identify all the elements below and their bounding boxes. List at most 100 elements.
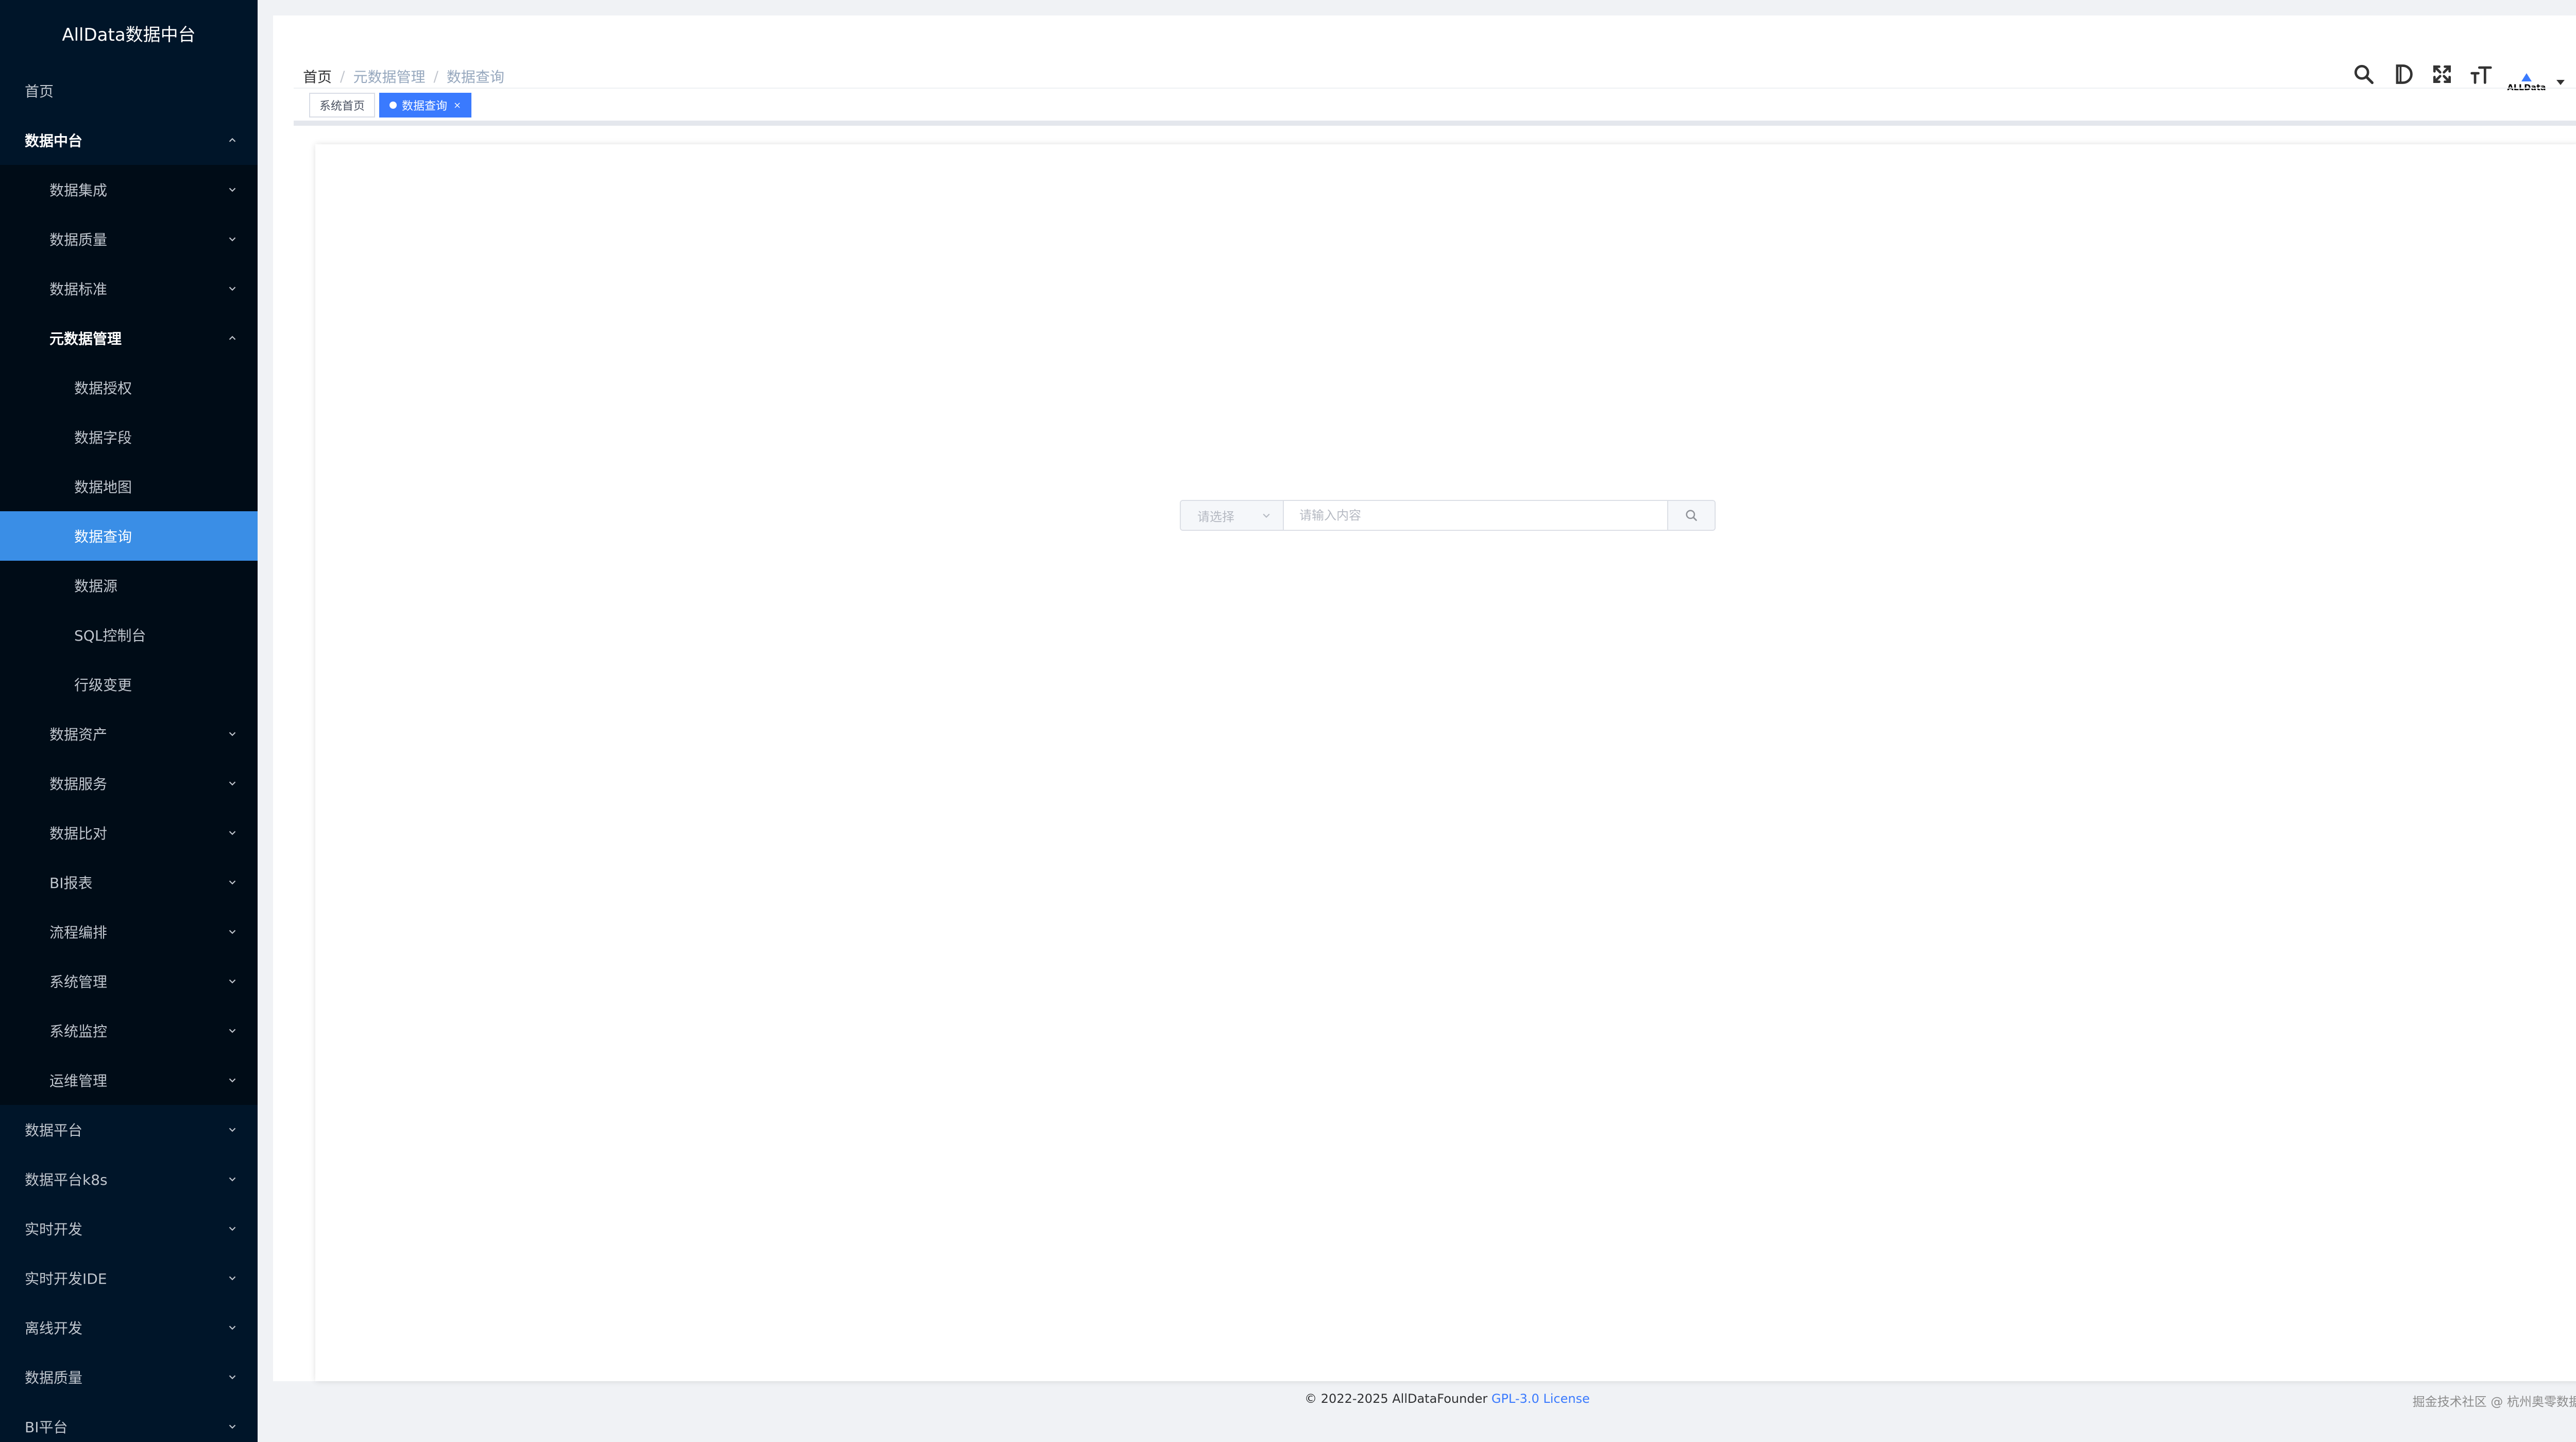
sidebar-item[interactable]: 实时开发 — [0, 1204, 258, 1253]
search-icon[interactable] — [2352, 63, 2375, 86]
sidebar-menu: 首页 数据中台 数据集成 数据质量 数据标准 元数据管理 数据授权 数据字段 数据地图 数据查询数… — [0, 66, 258, 1442]
chevron-down-icon — [227, 1124, 238, 1135]
sidebar-item[interactable]: 数据授权 — [0, 363, 258, 412]
sidebar-item[interactable]: 运维管理 — [0, 1055, 258, 1105]
footer-copyright: © 2022-2025 AllDataFounder — [1304, 1391, 1488, 1406]
sidebar-item-label: 系统监控 — [49, 1023, 108, 1040]
sidebar-item[interactable]: 流程编排 — [0, 907, 258, 957]
search-type-select[interactable]: 请选择 — [1181, 501, 1284, 530]
sidebar-item[interactable]: 数据地图 — [0, 462, 258, 511]
header-divider — [294, 88, 2576, 89]
sidebar-item[interactable]: BI平台 — [0, 1402, 258, 1442]
tab-label: 数据查询 — [402, 100, 448, 113]
sidebar-item-label: 数据标准 — [49, 281, 108, 298]
license-link[interactable]: GPL-3.0 License — [1492, 1391, 1590, 1406]
logo-triangle-icon — [2521, 73, 2532, 81]
sidebar-item[interactable]: SQL控制台 — [0, 610, 258, 660]
search-group: 请选择 — [1180, 500, 1716, 531]
fullscreen-icon[interactable] — [2431, 63, 2453, 86]
chevron-down-icon — [227, 1371, 238, 1383]
sidebar-item-label: 数据比对 — [49, 825, 108, 842]
font-size-icon[interactable] — [2470, 63, 2493, 86]
sidebar-item[interactable]: 数据标准 — [0, 264, 258, 313]
sidebar-item[interactable]: 数据字段 — [0, 412, 258, 462]
sidebar-item[interactable]: 离线开发 — [0, 1303, 258, 1352]
chevron-down-icon — [227, 1223, 238, 1234]
breadcrumb-home[interactable]: 首页 — [303, 66, 332, 87]
sidebar: AllData数据中台 首页 数据中台 数据集成 数据质量 数据标准 元数据管理 数据授权数… — [0, 0, 258, 1442]
sidebar-item-label: 元数据管理 — [49, 330, 122, 347]
breadcrumb-parent: 元数据管理 — [353, 69, 426, 86]
sidebar-item-label: 首页 — [25, 83, 54, 100]
sidebar-item[interactable]: 数据中台 — [0, 115, 258, 165]
sidebar-item-label: 数据查询 — [74, 528, 132, 545]
sidebar-item[interactable]: 数据平台k8s — [0, 1154, 258, 1204]
select-placeholder: 请选择 — [1197, 509, 1234, 524]
sidebar-item[interactable]: 数据平台 — [0, 1105, 258, 1154]
sidebar-item-label: 实时开发IDE — [25, 1270, 107, 1287]
sidebar-item-label: 数据字段 — [74, 429, 132, 446]
sidebar-item[interactable]: 数据比对 — [0, 808, 258, 858]
breadcrumb-current: 数据查询 — [446, 69, 504, 86]
chevron-down-icon — [227, 926, 238, 937]
chevron-down-icon — [227, 1421, 238, 1432]
sidebar-item[interactable]: 数据质量 — [0, 214, 258, 264]
sidebar-item-label: 实时开发 — [25, 1221, 83, 1238]
sidebar-item-label: BI平台 — [25, 1419, 68, 1436]
sidebar-item[interactable]: BI报表 — [0, 858, 258, 907]
chevron-down-icon — [227, 1322, 238, 1333]
user-menu[interactable]: ALLData — [2506, 69, 2565, 96]
sidebar-item[interactable]: 数据资产 — [0, 709, 258, 759]
sidebar-item-label: SQL控制台 — [74, 627, 146, 644]
chevron-down-icon — [227, 728, 238, 740]
user-logo-text: ALLData — [2507, 82, 2546, 92]
search-input[interactable] — [1284, 501, 1667, 530]
chevron-down-icon — [1263, 513, 1270, 518]
sidebar-item-label: 流程编排 — [49, 924, 108, 941]
sidebar-item-label: 运维管理 — [49, 1072, 108, 1089]
sidebar-item[interactable]: 元数据管理 — [0, 313, 258, 363]
chevron-down-icon — [227, 233, 238, 245]
sidebar-item[interactable]: 数据质量 — [0, 1352, 258, 1402]
chevron-up-icon — [227, 332, 238, 344]
tab-data-query[interactable]: 数据查询 × — [379, 93, 472, 118]
sidebar-item-label: 数据地图 — [74, 479, 132, 496]
sidebar-item[interactable]: 数据集成 — [0, 165, 258, 214]
sidebar-item[interactable]: 数据服务 — [0, 759, 258, 808]
sidebar-item[interactable]: 系统管理 — [0, 957, 258, 1006]
chevron-up-icon — [227, 135, 238, 146]
sidebar-item[interactable]: 数据源 — [0, 561, 258, 610]
tab-label: 系统首页 — [319, 100, 365, 113]
tab-system-home[interactable]: 系统首页 — [309, 93, 376, 118]
sidebar-item-label: BI报表 — [49, 875, 93, 892]
content-panel: 请选择 — [315, 144, 2576, 1381]
app-title: AllData数据中台 — [62, 24, 196, 45]
sidebar-item[interactable]: 首页 — [0, 66, 258, 115]
chevron-down-icon — [227, 778, 238, 789]
chevron-down-icon — [227, 827, 238, 839]
search-button[interactable] — [1667, 501, 1715, 530]
caret-down-icon[interactable] — [2556, 80, 2565, 85]
search-icon — [1686, 510, 1697, 521]
sidebar-item[interactable]: 系统监控 — [0, 1006, 258, 1055]
sidebar-item-label: 数据服务 — [49, 776, 108, 793]
sidebar-item-label: 数据平台k8s — [25, 1171, 108, 1188]
sidebar-item-label: 数据平台 — [25, 1122, 83, 1139]
sidebar-item[interactable]: 数据查询 — [0, 511, 258, 561]
watermark: 掘金技术社区 @ 杭州奥零数据科技 — [2412, 1395, 2576, 1409]
sidebar-item-label: 数据资产 — [49, 726, 108, 743]
chevron-down-icon — [227, 1272, 238, 1284]
breadcrumb-separator: / — [340, 68, 345, 85]
document-d-icon[interactable] — [2392, 63, 2414, 86]
chevron-down-icon — [227, 976, 238, 987]
close-icon[interactable]: × — [453, 100, 461, 111]
sidebar-item[interactable]: 实时开发IDE — [0, 1253, 258, 1303]
sidebar-item-label: 数据授权 — [74, 380, 132, 397]
header-toolbar — [2352, 63, 2493, 86]
sidebar-item-label: 数据质量 — [49, 231, 108, 248]
sidebar-item-label: 系统管理 — [49, 974, 108, 991]
sidebar-item-label: 行级变更 — [74, 677, 132, 694]
sidebar-item-label: 数据中台 — [25, 132, 83, 149]
tabbar-divider — [294, 121, 2576, 126]
sidebar-item[interactable]: 行级变更 — [0, 660, 258, 709]
